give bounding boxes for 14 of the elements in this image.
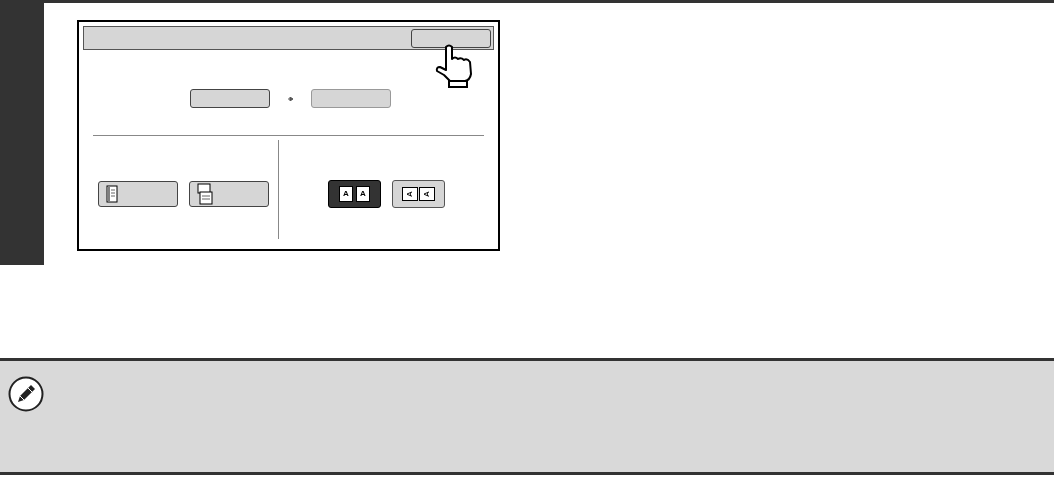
page-glyph: A [339,185,353,202]
page-glyph: A [419,186,435,201]
size-button[interactable] [190,89,270,108]
binding-button[interactable] [98,180,178,207]
arrow-icon [288,96,293,101]
orientation-button[interactable]: A A [328,179,381,208]
binding-button[interactable] [189,180,269,207]
pencil-icon [8,376,44,412]
page-glyph: A [402,186,418,201]
orientation-button[interactable]: A A [392,179,445,208]
document-icon [106,184,118,203]
page-glyph: A [356,185,370,202]
document-icon [197,182,213,205]
title-button[interactable] [411,28,491,48]
